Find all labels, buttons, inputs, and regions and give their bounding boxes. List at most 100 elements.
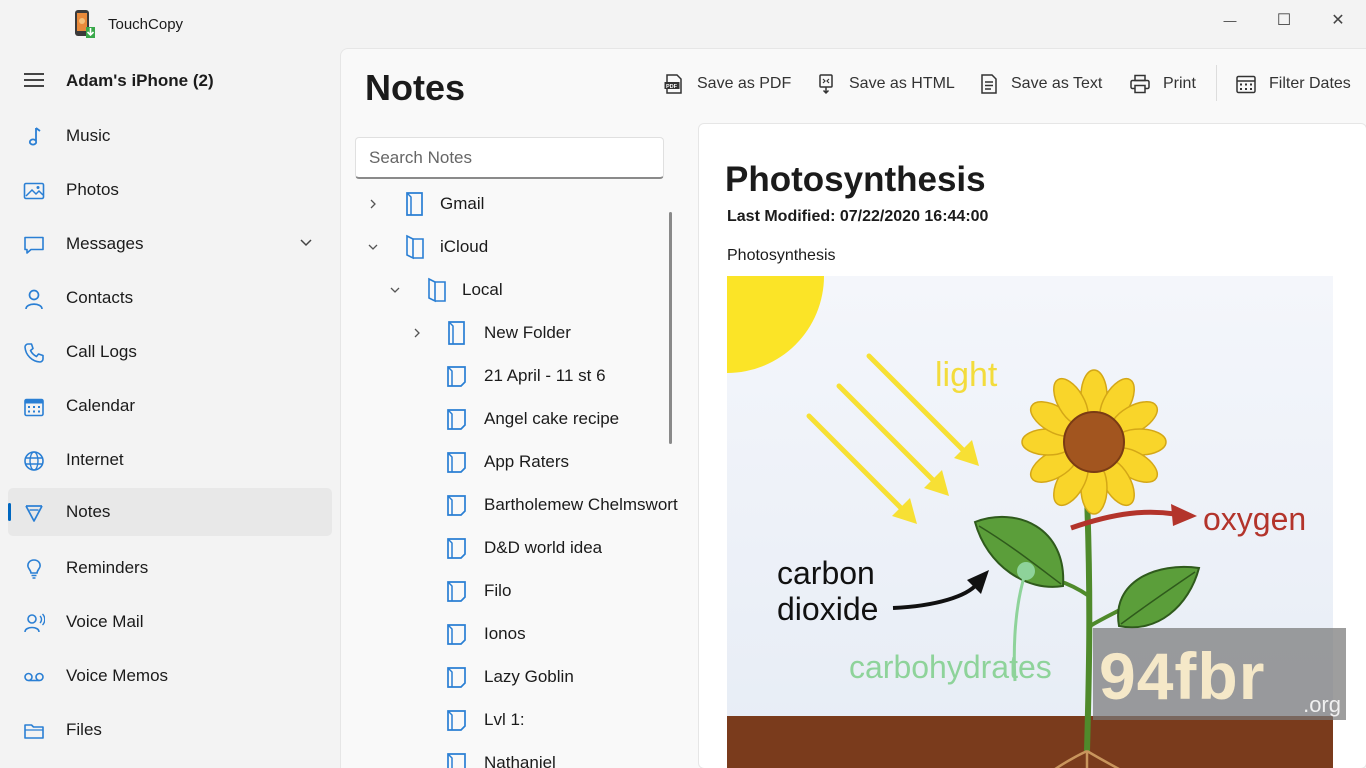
tree-item-icloud[interactable]: iCloud (341, 227, 671, 267)
sidebar-item-notes[interactable]: Notes (8, 488, 332, 536)
note-body-text: Photosynthesis (727, 247, 836, 264)
tree-item-note[interactable]: Ionos (341, 614, 671, 654)
tree-item-new-folder[interactable]: New Folder (341, 313, 671, 353)
tree-item-label: Lazy Goblin (484, 667, 574, 686)
note-title: Photosynthesis (725, 160, 986, 199)
chevron-down-icon[interactable] (298, 234, 314, 250)
sidebar-item-messages[interactable]: Messages (8, 220, 332, 268)
tree-item-label: Angel cake recipe (484, 409, 620, 428)
sidebar-item-label: Internet (66, 450, 124, 469)
bulb-icon (22, 557, 46, 581)
save-as-text-button[interactable]: Save as Text (979, 71, 1102, 97)
watermark: 94fbr .org (1093, 628, 1346, 720)
chevron-down-icon[interactable] (388, 283, 402, 297)
close-icon: ✕ (1331, 12, 1345, 29)
sidebar-item-label: Photos (66, 180, 119, 199)
active-indicator (8, 503, 11, 521)
tree-item-note[interactable]: Bartholemew Chelmsworth (341, 485, 678, 525)
tree-item-note[interactable]: D&D world idea (341, 528, 671, 568)
search-notes-container (355, 137, 664, 179)
tree-item-label: iCloud (440, 237, 489, 256)
oxygen-label: oxygen (1203, 501, 1306, 537)
phone-icon (22, 341, 46, 365)
music-note-icon (22, 125, 46, 149)
tree-item-label: New Folder (484, 323, 571, 342)
filter-dates-label: Filter Dates (1269, 75, 1351, 92)
soil-shape (727, 716, 1333, 768)
title-bar: TouchCopy — ☐ ✕ (0, 0, 1366, 48)
tree-item-label: D&D world idea (484, 538, 603, 557)
sidebar-item-label: Calendar (66, 396, 135, 415)
tree-item-label: Lvl 1: (484, 710, 525, 729)
calendar-filter-icon (1236, 75, 1256, 94)
sidebar-item-label: Music (66, 126, 111, 145)
calendar-icon (22, 395, 46, 419)
toolbar-divider (1216, 65, 1217, 101)
tree-item-note[interactable]: App Raters (341, 442, 671, 482)
chevron-right-icon[interactable] (410, 326, 424, 340)
sunflower-center (1063, 411, 1125, 473)
tree-item-note[interactable]: Filo (341, 571, 671, 611)
sidebar-item-calendar[interactable]: Calendar (8, 382, 332, 430)
notes-icon (22, 501, 46, 525)
save-as-text-label: Save as Text (1011, 75, 1103, 92)
open-notebook-icon (428, 277, 446, 303)
watermark-suffix: .org (1303, 692, 1341, 717)
tree-item-local[interactable]: Local (341, 270, 671, 310)
tree-item-note[interactable]: 21 April - 11 st 6 (341, 356, 671, 396)
tree-scrollbar[interactable] (669, 212, 672, 444)
tree-item-note[interactable]: Nathaniel (341, 743, 671, 768)
sidebar-item-label: Call Logs (66, 342, 137, 361)
voicemail-icon (22, 665, 46, 689)
maximize-button[interactable]: ☐ (1262, 8, 1306, 32)
print-button[interactable]: Print (1129, 71, 1196, 97)
sidebar-item-call-logs[interactable]: Call Logs (8, 328, 332, 376)
sidebar-item-label: Notes (66, 502, 111, 521)
maximize-icon: ☐ (1276, 12, 1292, 29)
tree-item-label: 21 April - 11 st 6 (484, 366, 606, 385)
save-as-pdf-button[interactable]: PDF Save as PDF (663, 71, 791, 97)
chevron-right-icon[interactable] (366, 197, 380, 211)
minimize-icon: — (1223, 12, 1237, 28)
sidebar-item-photos[interactable]: Photos (8, 166, 332, 214)
device-name: Adam's iPhone (2) (66, 71, 214, 90)
sidebar-item-internet[interactable]: Internet (8, 436, 332, 484)
close-button[interactable]: ✕ (1316, 8, 1360, 32)
svg-text:PDF: PDF (666, 84, 678, 90)
note-icon (447, 710, 466, 731)
tree-item-gmail[interactable]: Gmail (341, 184, 671, 224)
sidebar-item-files[interactable]: Files (8, 706, 332, 754)
tree-item-label: Filo (484, 581, 512, 600)
sidebar-item-reminders[interactable]: Reminders (8, 544, 332, 592)
tree-item-note[interactable]: Lvl 1: (341, 700, 671, 740)
sidebar-item-label: Voice Mail (66, 612, 144, 631)
sidebar-item-label: Contacts (66, 288, 134, 307)
sidebar-item-contacts[interactable]: Contacts (8, 274, 332, 322)
notebook-icon (406, 192, 423, 216)
sidebar-item-voice-memos[interactable]: Voice Memos (8, 652, 332, 700)
app-logo-icon (75, 10, 95, 38)
sidebar-item-label: Messages (66, 234, 144, 253)
tree-item-label: Local (462, 280, 503, 299)
sidebar-item-voice-mail[interactable]: Voice Mail (8, 598, 332, 646)
chevron-down-icon[interactable] (366, 240, 380, 254)
tree-item-note[interactable]: Lazy Goblin (341, 657, 671, 697)
save-as-html-label: Save as HTML (849, 75, 955, 92)
note-icon (447, 624, 466, 645)
contact-icon (22, 287, 46, 311)
page-title: Notes (365, 67, 466, 108)
minimize-button[interactable]: — (1208, 8, 1252, 32)
note-last-modified: Last Modified: 07/22/2020 16:44:00 (727, 208, 989, 225)
tree-item-note[interactable]: Angel cake recipe (341, 399, 671, 439)
app-title: TouchCopy (108, 16, 184, 33)
sidebar-item-music[interactable]: Music (8, 112, 332, 160)
filter-dates-button[interactable]: Filter Dates (1235, 71, 1351, 97)
photo-icon (22, 179, 46, 203)
hamburger-menu-icon[interactable] (24, 73, 44, 87)
note-icon (447, 753, 466, 768)
note-icon (447, 452, 466, 473)
save-as-html-button[interactable]: Save as HTML (817, 71, 955, 97)
notes-folder-tree: Gmail iCloud Local New Folder 21 April -… (341, 184, 681, 768)
save-as-pdf-label: Save as PDF (697, 75, 792, 92)
search-notes-input[interactable] (356, 138, 663, 177)
